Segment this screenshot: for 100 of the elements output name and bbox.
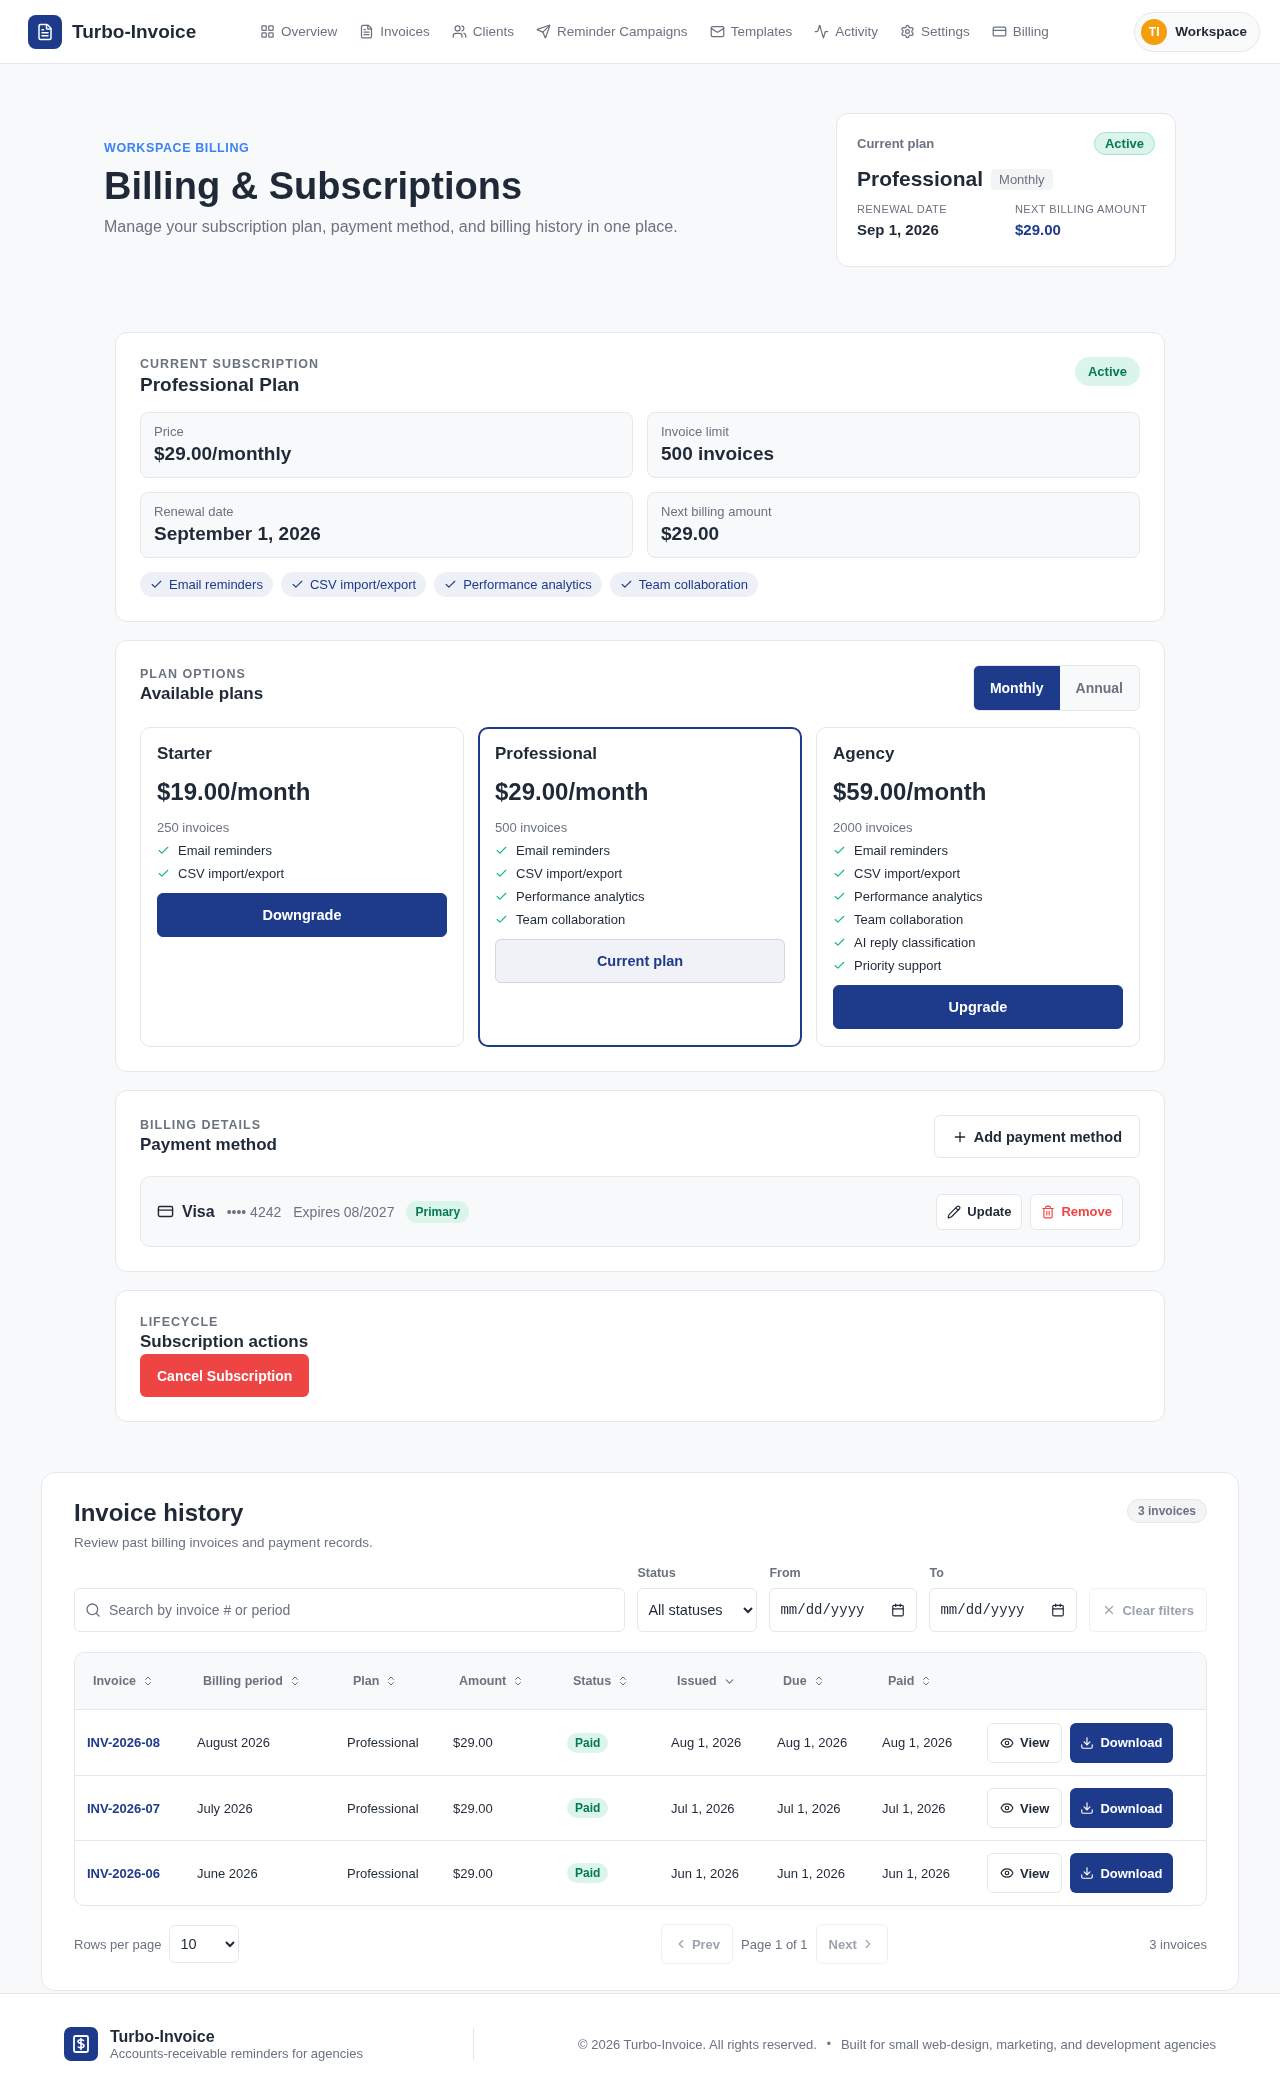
billing-cycle-tab[interactable]: Monthly — [973, 666, 1060, 710]
pulse-icon — [814, 24, 830, 39]
download-icon — [1080, 1801, 1095, 1815]
nav-link[interactable]: Clients — [451, 24, 515, 39]
column-header[interactable]: Invoice — [93, 1674, 155, 1688]
dollar-logo-icon — [64, 2027, 98, 2061]
stat-value: $29.00/monthly — [154, 443, 293, 465]
rows-per-page-select[interactable]: 10 — [169, 1925, 240, 1963]
feature-item: CSV import/export — [854, 866, 961, 881]
column-header[interactable]: Issued — [677, 1674, 736, 1688]
section-eyebrow: PLAN OPTIONS — [140, 667, 247, 681]
table-cell-text: Jun 1, 2026 — [776, 1865, 846, 1881]
status-badge: Paid — [567, 1732, 609, 1753]
primary-badge: Primary — [406, 1200, 470, 1223]
add-payment-button[interactable]: Add payment method — [933, 1115, 1140, 1158]
nav-link[interactable]: Overview — [260, 24, 338, 39]
document-icon — [359, 24, 375, 39]
status-badge: Paid — [567, 1863, 609, 1883]
logo-icon — [28, 14, 62, 49]
status-badge: Active — [1093, 132, 1155, 155]
column-header[interactable]: Billing period — [203, 1674, 301, 1688]
column-header[interactable]: Plan — [353, 1674, 398, 1688]
page-indicator: Page 1 of 1 — [741, 1936, 808, 1952]
search-icon — [85, 1602, 101, 1618]
paper-plane-icon — [536, 24, 552, 39]
separator-dot: • — [826, 2037, 831, 2051]
invoice-count-badge: 3 invoices — [1126, 1499, 1207, 1523]
table-cell-text: July 2026 — [196, 1800, 254, 1816]
check-icon — [833, 936, 846, 949]
download-button[interactable]: Download — [1070, 1722, 1173, 1763]
status-badge: Paid — [567, 1798, 609, 1818]
table-cell-text: Jul 1, 2026 — [670, 1800, 736, 1816]
column-header[interactable]: Status — [573, 1674, 630, 1688]
footer-note: Built for small web-design, marketing, and development agencies — [840, 2036, 1216, 2052]
invoice-link[interactable]: INV-2026-07 — [87, 1800, 160, 1816]
check-icon — [833, 959, 846, 972]
section-title: Available plans — [140, 684, 264, 704]
check-icon — [495, 867, 508, 880]
section-title: Invoice history — [74, 1499, 245, 1527]
plan-button[interactable]: Downgrade — [157, 893, 447, 937]
download-button[interactable]: Download — [1070, 1853, 1173, 1893]
table-cell-text: Aug 1, 2026 — [670, 1735, 743, 1750]
stat-value: September 1, 2026 — [154, 523, 322, 545]
billing-cycle-tab[interactable]: Annual — [1059, 666, 1139, 710]
table-cell-text: Jul 1, 2026 — [881, 1800, 947, 1816]
table-cell-text: $29.00 — [452, 1735, 494, 1750]
nav-link[interactable]: Billing — [991, 24, 1049, 39]
renewal-date: Sep 1, 2026 — [857, 221, 940, 238]
footer-tagline: Accounts-receivable reminders for agencies — [110, 2045, 363, 2061]
status-select[interactable]: All statuses — [637, 1588, 758, 1632]
nav-link[interactable]: Settings — [899, 24, 970, 39]
feature-item: AI reply classification — [854, 935, 976, 950]
feature-item: Performance analytics — [854, 889, 983, 904]
check-icon — [495, 844, 508, 857]
billing-cycle-tag: Monthly — [991, 168, 1053, 190]
feature-item: CSV import/export — [516, 866, 623, 881]
invoice-link[interactable]: INV-2026-08 — [87, 1735, 160, 1750]
nav-link[interactable]: Activity — [814, 24, 878, 39]
view-button[interactable]: View — [987, 1853, 1063, 1893]
column-header[interactable]: Paid — [888, 1674, 933, 1688]
eye-icon — [1000, 1801, 1014, 1815]
nav-link[interactable]: Invoices — [359, 24, 430, 39]
download-button[interactable]: Download — [1070, 1788, 1173, 1828]
nav-link[interactable]: Reminder Campaigns — [536, 24, 688, 39]
calendar-icon — [891, 1603, 906, 1617]
feature-item: Email reminders — [854, 843, 948, 858]
plan-price: $29.00/month — [495, 778, 650, 806]
invoice-link[interactable]: INV-2026-06 — [87, 1865, 160, 1881]
page-title: Billing & Subscriptions — [104, 165, 524, 208]
feature-item: Priority support — [854, 958, 942, 973]
check-icon — [290, 578, 304, 591]
field-label: Status — [637, 1566, 677, 1580]
table-cell-text: Jun 1, 2026 — [670, 1865, 740, 1881]
cancel-subscription-button[interactable]: Cancel Subscription — [140, 1354, 310, 1397]
update-button[interactable]: Update — [936, 1193, 1023, 1230]
remove-button[interactable]: Remove — [1030, 1193, 1123, 1230]
workspace-button[interactable]: TI Workspace — [1134, 11, 1260, 52]
chip-label: Team collaboration — [638, 577, 748, 592]
view-button[interactable]: View — [987, 1722, 1063, 1763]
field-label: RENEWAL DATE — [857, 203, 948, 215]
plan-button[interactable]: Upgrade — [833, 985, 1123, 1029]
envelope-icon — [709, 24, 725, 39]
check-icon — [157, 867, 170, 880]
feature-item: Performance analytics — [516, 889, 645, 904]
calendar-icon — [1051, 1603, 1066, 1617]
date-field[interactable]: mm/dd/yyyy — [929, 1588, 1078, 1632]
nav-link[interactable]: Templates — [709, 24, 793, 39]
column-header[interactable]: Amount — [459, 1674, 525, 1688]
invoice-total: 3 invoices — [1149, 1936, 1207, 1952]
stat-label: Renewal date — [154, 504, 235, 519]
view-button[interactable]: View — [987, 1788, 1063, 1828]
search-field[interactable]: Search by invoice # or period — [74, 1588, 626, 1632]
date-field[interactable]: mm/dd/yyyy — [769, 1588, 918, 1632]
check-icon — [157, 844, 170, 857]
section-eyebrow: CURRENT SUBSCRIPTION — [140, 357, 320, 371]
feature-item: CSV import/export — [178, 866, 285, 881]
rows-per-page-label: Rows per page — [74, 1936, 162, 1952]
table-cell-text: Professional — [346, 1800, 420, 1816]
plan-button[interactable]: Current plan — [495, 939, 785, 983]
column-header[interactable]: Due — [783, 1674, 825, 1688]
